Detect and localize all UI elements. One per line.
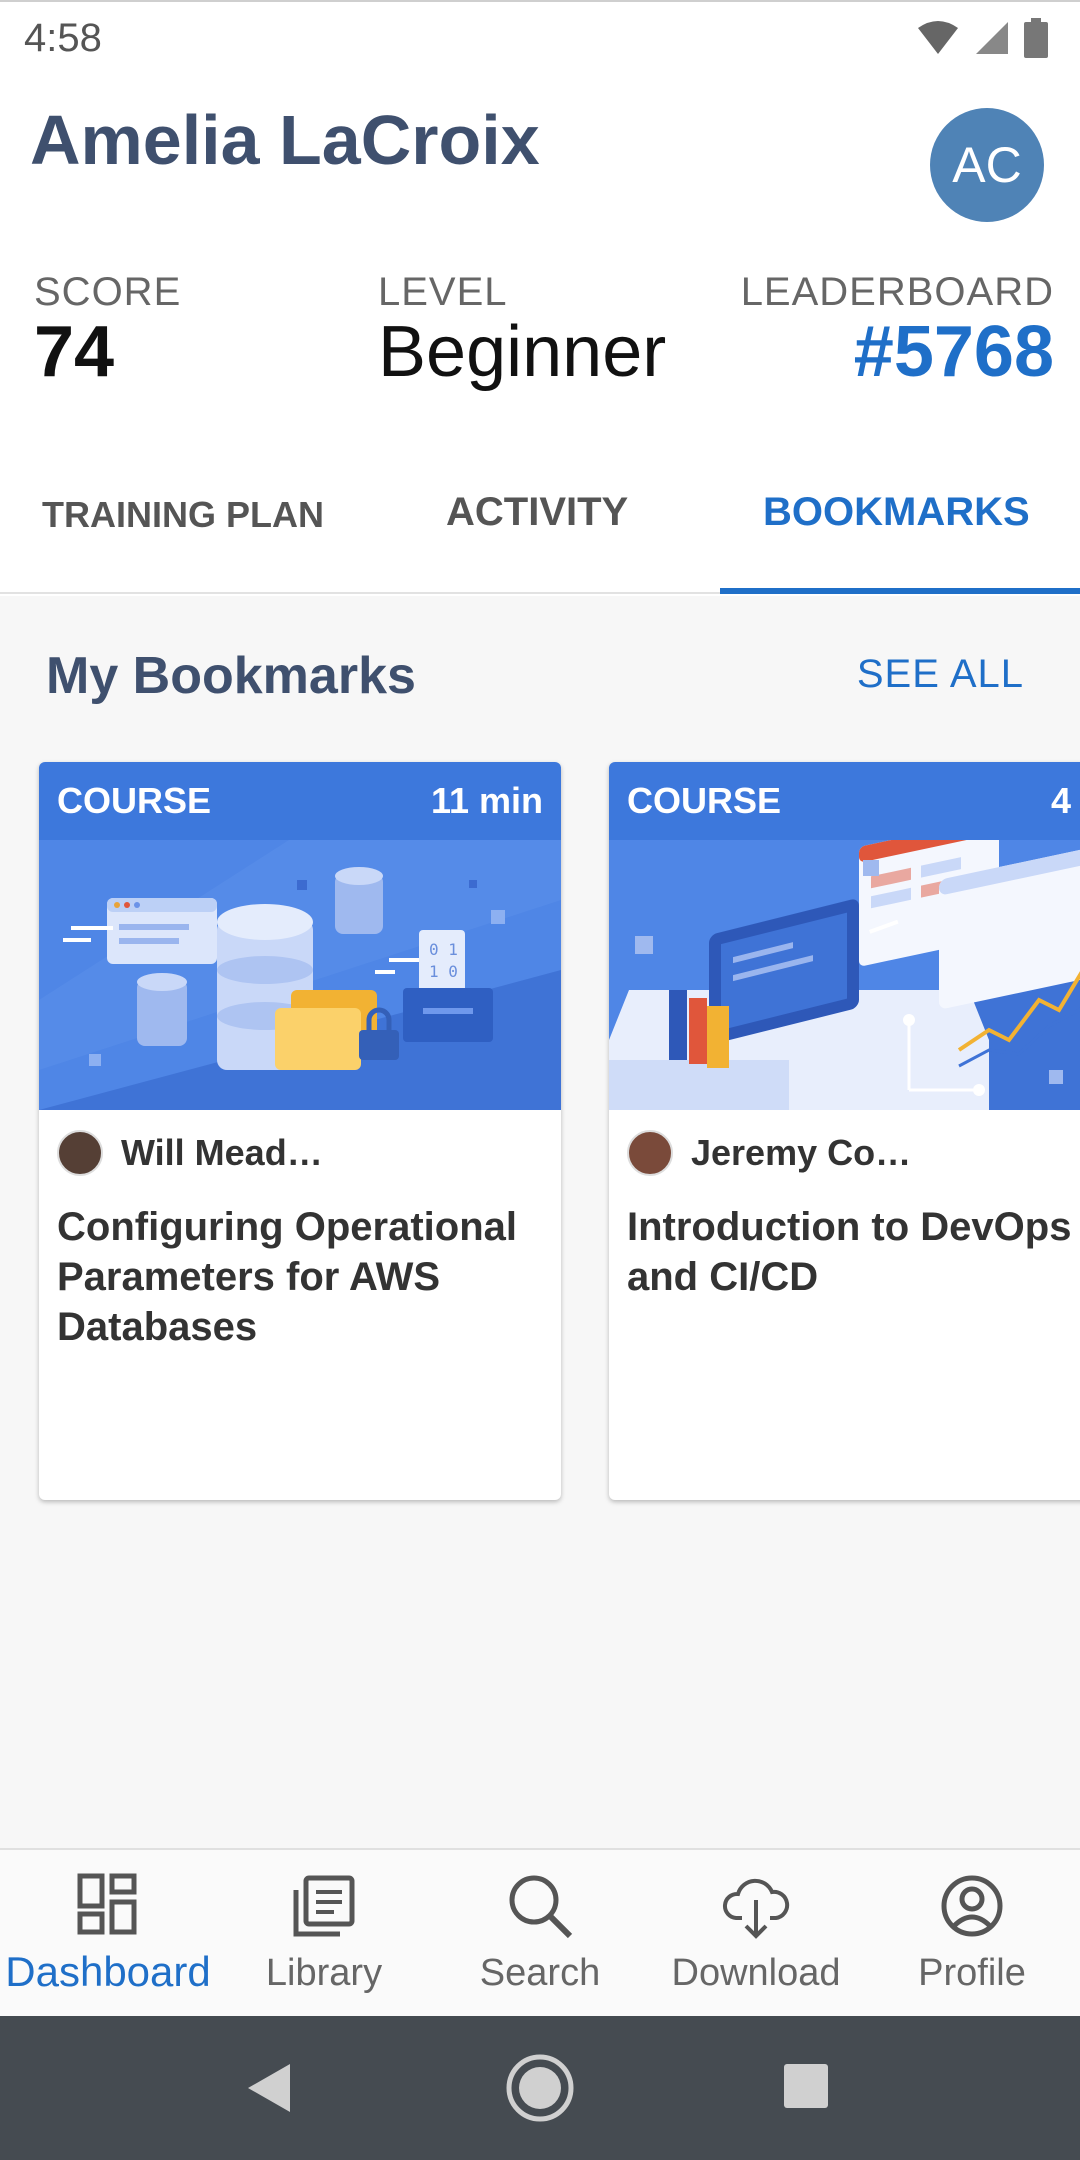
tab-training-plan[interactable]: TRAINING PLAN	[42, 494, 324, 536]
score-value: 74	[34, 312, 115, 392]
card-title: Introduction to DevOps and CI/CD	[627, 1205, 1072, 1299]
battery-icon	[1024, 18, 1048, 63]
card-type: COURSE	[627, 780, 782, 821]
nav-library[interactable]: Library	[216, 1850, 432, 2018]
nav-label: Profile	[918, 1952, 1026, 1994]
nav-label: Search	[479, 1952, 601, 1994]
course-illustration: 0 1 1 0	[39, 840, 561, 1110]
download-icon	[723, 1878, 790, 1939]
nav-profile[interactable]: Profile	[864, 1850, 1080, 2018]
leaderboard-value[interactable]: #5768	[741, 311, 1054, 393]
tab-bar: TRAINING PLAN ACTIVITY BOOKMARKS	[0, 450, 1080, 594]
tab-activity[interactable]: ACTIVITY	[446, 490, 628, 535]
level-value: Beginner	[378, 312, 667, 392]
author-avatar	[57, 1130, 103, 1176]
back-icon[interactable]	[244, 2060, 294, 2116]
leaderboard-stat[interactable]: LEADERBOARD #5768	[741, 270, 1054, 393]
card-type: COURSE	[57, 780, 212, 821]
card-duration: 11 min	[430, 780, 543, 821]
svg-text:0 1: 0 1	[429, 940, 458, 959]
author-avatar	[627, 1130, 673, 1176]
level-stat: LEVEL Beginner	[378, 270, 666, 393]
status-time: 4:58	[24, 16, 102, 60]
bookmarks-content: My Bookmarks SEE ALL COURSE 11 min 0 1 1…	[0, 596, 1080, 1848]
nav-label: Download	[671, 1952, 841, 1994]
section-title: My Bookmarks	[46, 647, 416, 705]
card-title: Configuring Operational Parameters for A…	[57, 1205, 517, 1349]
status-bar: 4:58	[0, 0, 1080, 72]
score-stat: SCORE 74	[34, 270, 181, 393]
card-header: COURSE 11 min	[39, 762, 561, 840]
author-name: Will Mead…	[121, 1132, 323, 1173]
user-name: Amelia LaCroix	[30, 101, 540, 179]
tab-bookmarks[interactable]: BOOKMARKS	[763, 490, 1030, 535]
leaderboard-label: LEADERBOARD	[740, 270, 1054, 314]
course-illustration	[609, 840, 1080, 1110]
bottom-nav: Dashboard Library Search Download Profil…	[0, 1848, 1080, 2016]
course-card[interactable]: COURSE 11 min 0 1 1 0 Will Mead… Configu…	[39, 762, 561, 1500]
search-icon	[509, 1875, 573, 1939]
nav-download[interactable]: Download	[648, 1850, 864, 2018]
wifi-icon	[916, 20, 960, 61]
level-label: LEVEL	[378, 270, 508, 314]
score-label: SCORE	[34, 270, 182, 314]
active-tab-indicator	[720, 588, 1080, 594]
card-author: Will Mead…	[57, 1130, 323, 1176]
svg-text:1 0: 1 0	[429, 962, 458, 981]
nav-search[interactable]: Search	[432, 1850, 648, 2018]
card-header: COURSE 4 m	[609, 762, 1080, 840]
status-icons	[916, 18, 1048, 63]
avatar[interactable]: AC	[930, 108, 1044, 222]
nav-dashboard[interactable]: Dashboard	[0, 1850, 216, 2018]
nav-label: Library	[265, 1952, 383, 1994]
author-name: Jeremy Co…	[691, 1132, 912, 1173]
cell-signal-icon	[974, 20, 1010, 61]
see-all-link[interactable]: SEE ALL	[857, 652, 1024, 697]
card-author: Jeremy Co…	[627, 1130, 911, 1176]
library-icon	[293, 1875, 355, 1937]
card-duration: 4 m	[1050, 780, 1080, 821]
course-card[interactable]: COURSE 4 m	[609, 762, 1080, 1500]
nav-label: Dashboard	[5, 1948, 211, 1995]
dashboard-icon	[77, 1873, 137, 1935]
recents-icon[interactable]	[782, 2062, 830, 2110]
home-icon[interactable]	[504, 2052, 576, 2124]
profile-icon	[941, 1875, 1003, 1937]
system-nav-bar	[0, 2016, 1080, 2160]
